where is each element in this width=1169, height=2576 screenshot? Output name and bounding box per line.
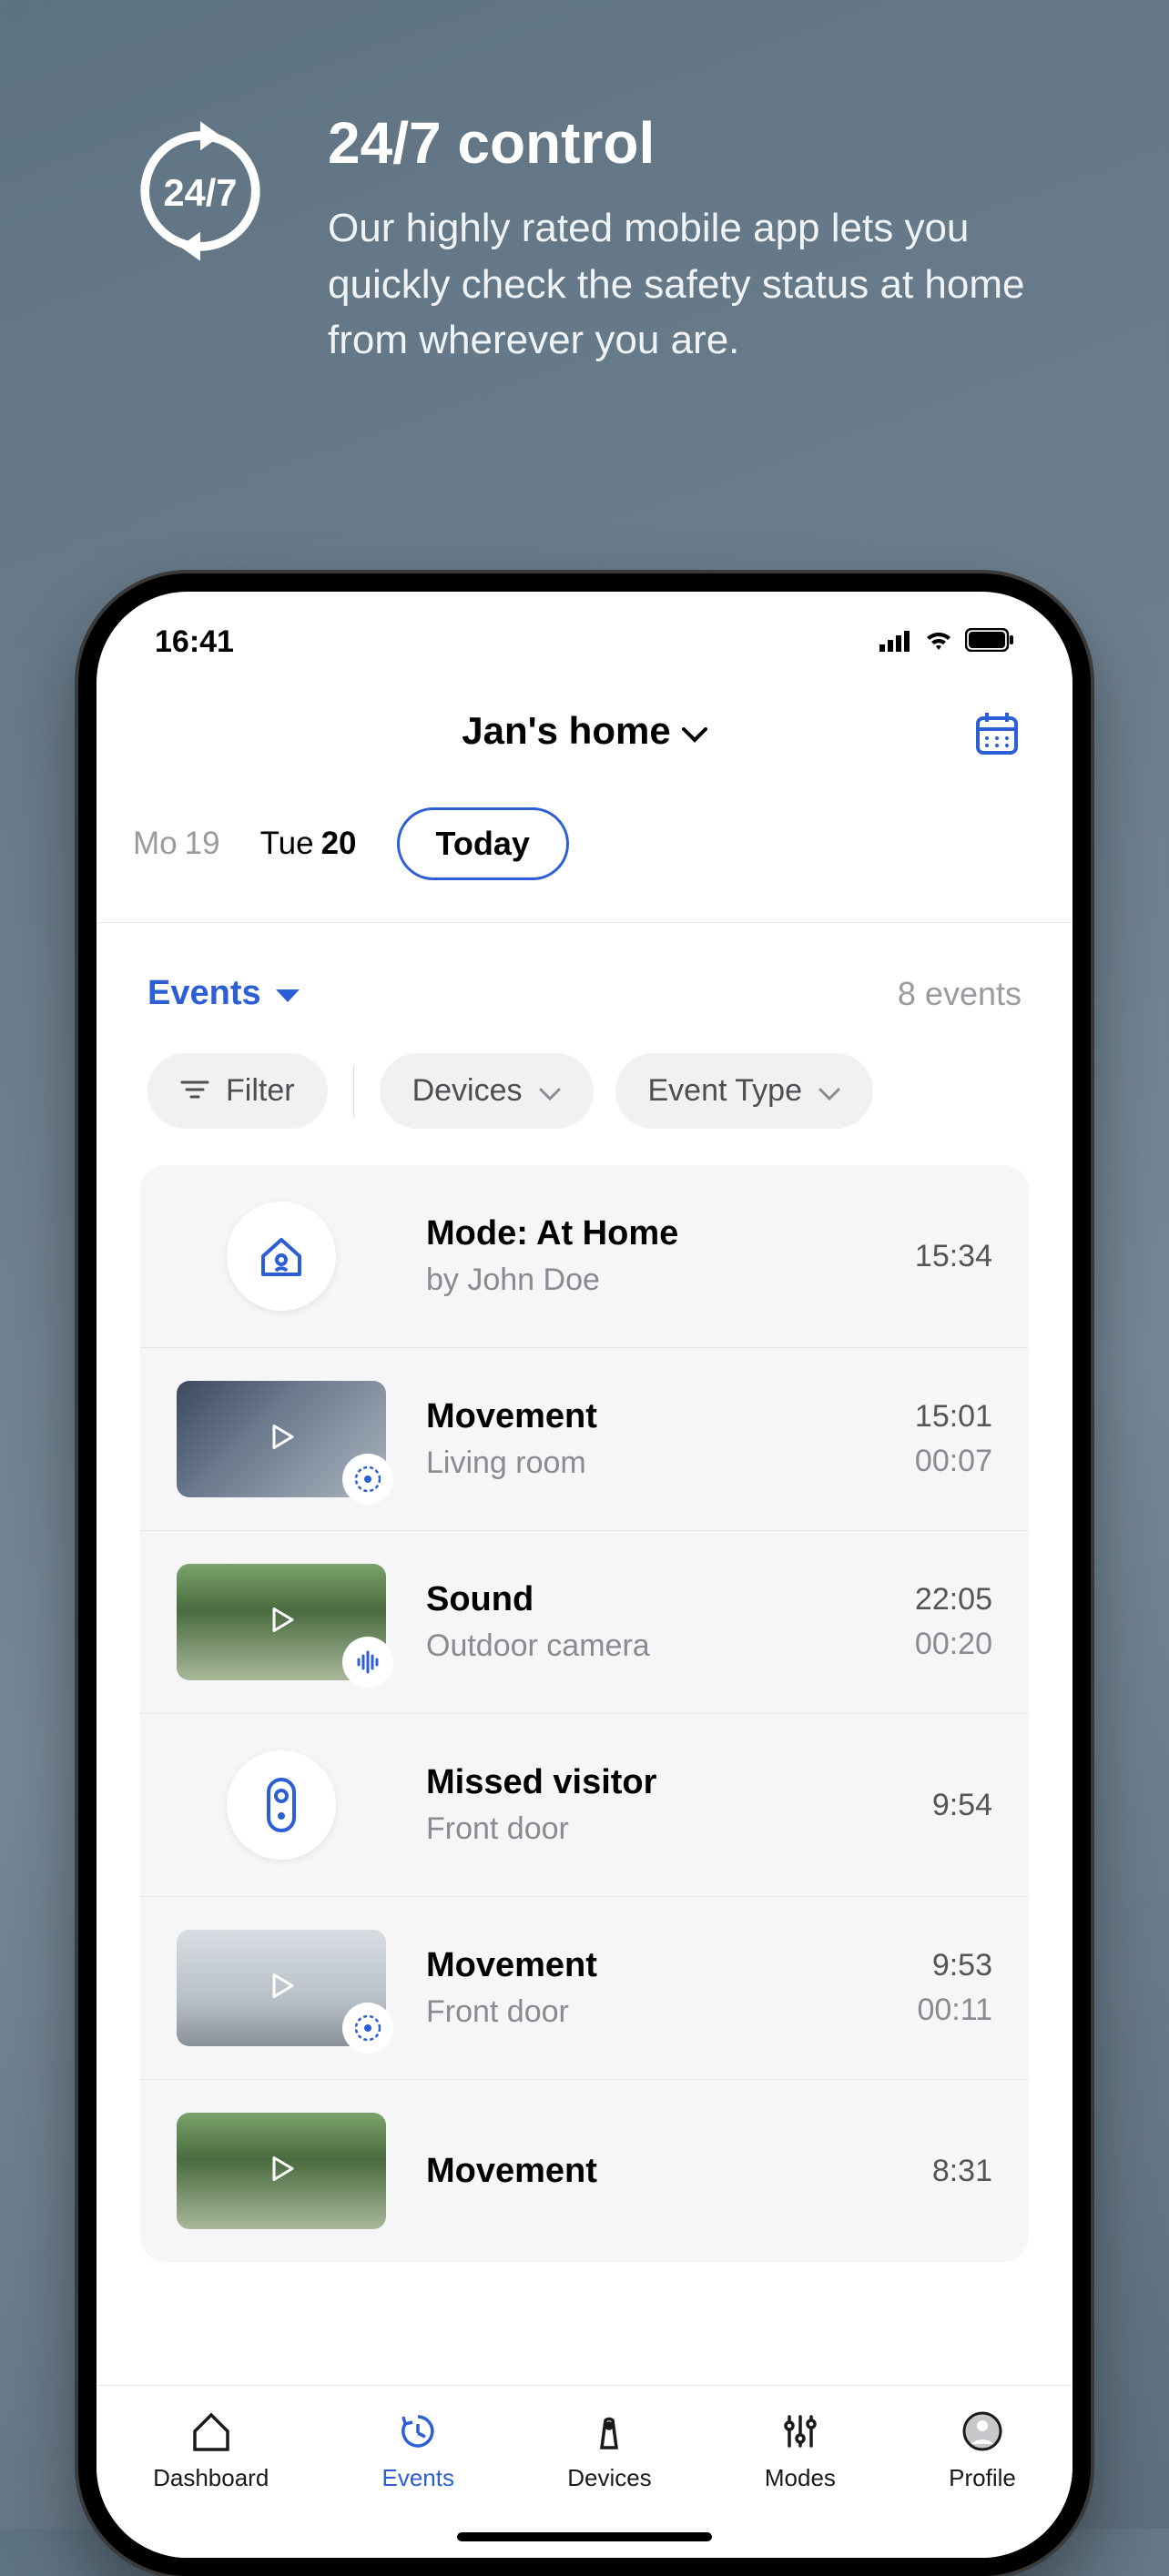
play-icon (265, 1970, 298, 2007)
chip-label: Filter (226, 1073, 295, 1109)
promo-banner: 24/7 24/7 control Our highly rated mobil… (0, 0, 1169, 369)
event-row[interactable]: Movement 8:31 (140, 2080, 1029, 2262)
history-icon (394, 2408, 442, 2455)
date-num: 19 (185, 826, 220, 861)
tab-label: Modes (765, 2464, 836, 2492)
event-time: 9:53 (917, 1948, 992, 1983)
tab-devices[interactable]: Devices (567, 2408, 651, 2492)
event-title: Movement (426, 1397, 875, 1436)
event-type-chip[interactable]: Event Type (615, 1053, 874, 1129)
event-title: Movement (426, 1946, 877, 1985)
chevron-down-icon (539, 1073, 561, 1109)
play-icon (265, 1604, 298, 1641)
events-label: Events (147, 974, 261, 1013)
date-tab-0[interactable]: Mo19 (133, 826, 220, 862)
event-row[interactable]: Movement Living room 15:01 00:07 (140, 1348, 1029, 1531)
promo-title: 24/7 control (328, 109, 1096, 177)
wifi-icon (923, 624, 954, 660)
event-title: Sound (426, 1580, 875, 1619)
event-thumb (177, 1381, 386, 1497)
event-time: 8:31 (932, 2154, 992, 2189)
battery-icon (965, 624, 1014, 660)
home-selector[interactable]: Jan's home (462, 709, 706, 753)
signal-icon (879, 624, 912, 660)
svg-text:24/7: 24/7 (164, 171, 238, 214)
date-tab-1[interactable]: Tue20 (260, 826, 357, 862)
tab-label: Dashboard (153, 2464, 269, 2492)
events-dropdown[interactable]: Events (147, 974, 300, 1013)
home-indicator (457, 2532, 712, 2541)
chevron-down-icon (682, 709, 707, 753)
event-title: Movement (426, 2152, 892, 2191)
event-thumb (177, 1747, 386, 1863)
phone-frame: 16:41 Jan's home (78, 573, 1091, 2576)
tab-label: Profile (949, 2464, 1016, 2492)
home-mode-icon (227, 1202, 336, 1311)
caret-down-icon (276, 974, 300, 1013)
status-time: 16:41 (155, 624, 234, 660)
chevron-down-icon (818, 1073, 840, 1109)
event-row[interactable]: Mode: At Home by John Doe 15:34 (140, 1165, 1029, 1348)
event-duration: 00:11 (917, 1993, 992, 2028)
event-thumb (177, 1564, 386, 1680)
devices-chip[interactable]: Devices (380, 1053, 594, 1129)
chip-divider (353, 1066, 354, 1117)
promo-247-icon: 24/7 (127, 118, 273, 264)
tab-modes[interactable]: Modes (765, 2408, 836, 2492)
calendar-button[interactable] (972, 709, 1022, 763)
event-time: 15:01 (915, 1399, 992, 1435)
event-time: 9:54 (932, 1788, 992, 1823)
play-icon (265, 1421, 298, 1458)
motion-badge-icon (342, 1454, 393, 1505)
filter-icon (180, 1073, 209, 1109)
event-sub: Front door (426, 1811, 892, 1847)
promo-body: Our highly rated mobile app lets you qui… (328, 200, 1096, 369)
event-duration: 00:20 (915, 1627, 992, 1662)
event-row[interactable]: Sound Outdoor camera 22:05 00:20 (140, 1531, 1029, 1714)
tab-events[interactable]: Events (382, 2408, 455, 2492)
event-time: 22:05 (915, 1582, 992, 1618)
tab-profile[interactable]: Profile (949, 2408, 1016, 2492)
sliders-icon (777, 2408, 824, 2455)
events-count: 8 events (898, 975, 1022, 1013)
event-thumb (177, 1198, 386, 1314)
profile-icon (959, 2408, 1006, 2455)
event-title: Missed visitor (426, 1763, 892, 1802)
tab-dashboard[interactable]: Dashboard (153, 2408, 269, 2492)
event-thumb (177, 1930, 386, 2046)
sound-badge-icon (342, 1637, 393, 1688)
event-sub: by John Doe (426, 1263, 875, 1298)
play-icon (265, 2153, 298, 2190)
event-sub: Outdoor camera (426, 1628, 875, 1664)
event-time: 15:34 (915, 1239, 992, 1274)
phone-screen: 16:41 Jan's home (97, 592, 1072, 2558)
event-row[interactable]: Missed visitor Front door 9:54 (140, 1714, 1029, 1897)
events-list: Mode: At Home by John Doe 15:34 Movem (140, 1165, 1029, 2262)
filter-chip[interactable]: Filter (147, 1053, 328, 1129)
event-row[interactable]: Movement Front door 9:53 00:11 (140, 1897, 1029, 2080)
event-sub: Living room (426, 1445, 875, 1481)
chip-label: Devices (412, 1073, 523, 1109)
event-thumb (177, 2113, 386, 2229)
tab-label: Devices (567, 2464, 651, 2492)
date-num: 20 (321, 826, 357, 861)
status-bar: 16:41 (97, 592, 1072, 669)
tab-label: Events (382, 2464, 455, 2492)
date-dow: Mo (133, 826, 178, 861)
event-sub: Front door (426, 1994, 877, 2030)
event-title: Mode: At Home (426, 1214, 875, 1253)
event-duration: 00:07 (915, 1444, 992, 1479)
doorbell-icon (227, 1750, 336, 1860)
date-dow: Tue (260, 826, 314, 861)
motion-badge-icon (342, 2003, 393, 2054)
home-name: Jan's home (462, 709, 670, 753)
device-icon (585, 2408, 633, 2455)
home-icon (188, 2408, 235, 2455)
chip-label: Event Type (648, 1073, 803, 1109)
date-tab-today[interactable]: Today (397, 807, 569, 880)
